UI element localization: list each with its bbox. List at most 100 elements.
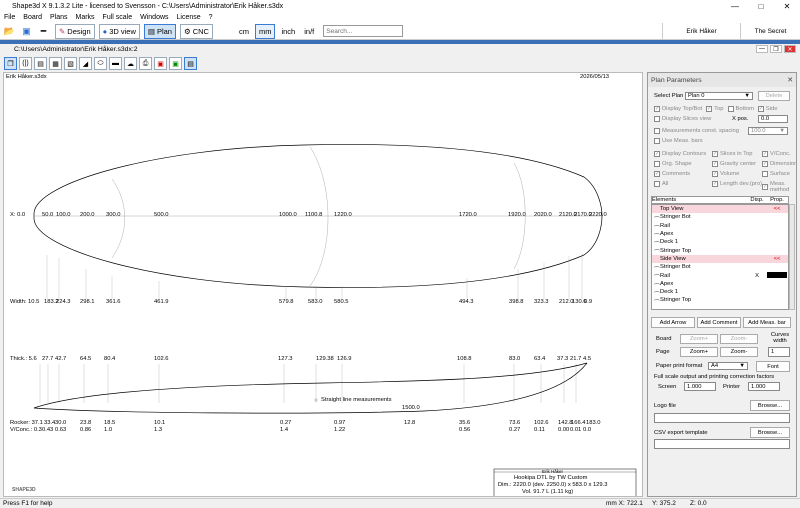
display-option-checkbox[interactable]: ✓ [654, 151, 660, 157]
elements-row[interactable]: ⌒ Apex [652, 280, 788, 290]
elements-row[interactable]: ⌒ Stringer Top [652, 246, 788, 257]
minimize-button[interactable]: — [722, 0, 748, 12]
curves-width-input[interactable]: 1 [768, 347, 790, 357]
display-option-checkbox[interactable]: ✓ [762, 184, 768, 190]
close-button[interactable]: ✕ [774, 0, 800, 12]
save-icon[interactable]: ▣ [19, 24, 34, 39]
checkbox-top[interactable]: ✓ [706, 106, 713, 112]
elements-row[interactable]: ⌒ Apex [652, 230, 788, 240]
select-plan-dropdown[interactable]: Plan 0 ▼ [685, 92, 753, 100]
layers-icon[interactable]: ▤ [34, 57, 47, 70]
slices-icon[interactable]: ▧ [64, 57, 77, 70]
menu-license[interactable]: License [173, 14, 205, 21]
elements-row[interactable]: ⌒ Deck 1 [652, 238, 788, 248]
board-zoom-out-button[interactable]: Zoom- [720, 334, 758, 344]
doc-close-button[interactable]: ✕ [784, 45, 796, 53]
outline-view-icon[interactable]: ❒ [4, 57, 17, 70]
menu-marks[interactable]: Marks [71, 14, 98, 21]
add-comment-button[interactable]: Add Comment [697, 317, 741, 328]
maximize-button[interactable]: □ [748, 0, 774, 12]
csv-template-input[interactable] [654, 439, 790, 449]
fin-icon[interactable]: ◢ [79, 57, 92, 70]
plan-canvas[interactable]: Erik Håker.s3dx 2026/05/13 X: 0.0 50.0 1… [3, 72, 643, 497]
board-profile-icon[interactable]: ▬ [109, 57, 122, 70]
checkbox-display-slices-view[interactable] [654, 116, 660, 122]
checkbox-use-meas-bars[interactable] [654, 138, 660, 144]
display-option-checkbox[interactable]: ✓ [712, 161, 718, 167]
elements-row[interactable]: ⌒ Rail X [652, 271, 788, 281]
cnc-button[interactable]: ⚙ CNC [179, 23, 213, 39]
paper-format-dropdown[interactable]: A4 ▼ [708, 362, 748, 370]
display-option-checkbox[interactable]: ✓ [762, 151, 768, 157]
doc-restore-button[interactable]: ❐ [770, 45, 782, 53]
display-option-checkbox[interactable]: ✓ [712, 171, 718, 177]
open-icon[interactable]: 📂 [2, 24, 17, 39]
board-zoom-in-button[interactable]: Zoom+ [680, 334, 718, 344]
page-zoom-out-button[interactable]: Zoom- [720, 347, 758, 357]
font-button[interactable]: Font [756, 361, 790, 372]
menu-full-scale[interactable]: Full scale [99, 14, 137, 21]
menu-plans[interactable]: Plans [46, 14, 72, 21]
unit-mm[interactable]: mm [254, 23, 276, 39]
elements-row[interactable]: ⌒ Deck 1 [652, 288, 788, 298]
doc-minimize-button[interactable]: — [756, 45, 768, 53]
ellipse-icon[interactable]: ⬭ [94, 57, 107, 70]
3d-view-button[interactable]: ● 3D view [98, 23, 140, 39]
menu-board[interactable]: Board [19, 14, 46, 21]
spacing-dropdown[interactable]: 100.0 ▼ [748, 127, 788, 135]
printer-factor-input[interactable]: 1.000 [748, 382, 780, 391]
element-display[interactable]: X [748, 273, 766, 279]
element-properties[interactable]: << [766, 206, 788, 212]
tab-the-secret[interactable]: The Secret [740, 22, 800, 40]
side-view-icon[interactable]: (|) [19, 57, 32, 70]
logo-file-input[interactable] [654, 413, 790, 423]
elements-row[interactable]: ⌒ Stringer Top [652, 296, 788, 306]
parameters-icon[interactable]: ▤ [184, 57, 197, 70]
csv-browse-button[interactable]: Browse... [750, 427, 790, 438]
menu-file[interactable]: File [0, 14, 19, 21]
display-option-checkbox[interactable]: ✓ [712, 181, 718, 187]
board-icon[interactable]: ━ [36, 24, 51, 39]
checkbox-display-topbot[interactable]: ✓ [654, 106, 660, 112]
panel-close-icon[interactable]: ✕ [787, 76, 793, 84]
elements-row[interactable]: ⌒ Stringer Bot [652, 213, 788, 223]
elements-row[interactable]: ⌒ Rail [652, 222, 788, 232]
grid-icon[interactable]: ▦ [49, 57, 62, 70]
elements-scrollbar[interactable] [789, 204, 795, 310]
pdf-icon[interactable]: ▣ [154, 57, 167, 70]
page-zoom-in-button[interactable]: Zoom+ [680, 347, 718, 357]
xpos-input[interactable]: 0.0 [758, 115, 788, 123]
unit-inf[interactable]: in/f [301, 24, 317, 39]
element-properties[interactable]: << [766, 256, 788, 262]
color-swatch[interactable] [767, 271, 787, 278]
logo-browse-button[interactable]: Browse... [750, 400, 790, 411]
checkbox-bottom[interactable] [727, 106, 734, 112]
display-option-checkbox[interactable]: ✓ [654, 171, 660, 177]
checkbox-measurements-const[interactable] [654, 128, 660, 134]
cloud-icon[interactable]: ☁ [124, 57, 137, 70]
add-arrow-button[interactable]: Add Arrow [651, 317, 695, 328]
display-option-checkbox[interactable] [762, 171, 768, 177]
print-icon[interactable]: ⎙ [139, 57, 152, 70]
checkbox-side[interactable]: ✓ [757, 106, 764, 112]
element-properties[interactable] [766, 271, 788, 280]
display-option-checkbox[interactable] [654, 161, 660, 167]
menu-help[interactable]: ? [205, 14, 217, 21]
display-option-checkbox[interactable]: ✓ [762, 161, 768, 167]
unit-inch[interactable]: inch [278, 24, 298, 39]
plan-button[interactable]: ▤ Plan [143, 23, 176, 39]
design-button[interactable]: ✎ Design [55, 23, 95, 39]
unit-cm[interactable]: cm [236, 24, 252, 39]
search-input[interactable] [323, 25, 404, 37]
csv-icon[interactable]: ▣ [169, 57, 182, 70]
elements-row[interactable]: ⌒ Stringer Bot [652, 263, 788, 273]
delete-plan-button[interactable]: Delete [758, 91, 790, 101]
display-option-checkbox[interactable]: ✓ [712, 151, 718, 157]
add-meas-bar-button[interactable]: Add Meas. bar [743, 317, 791, 328]
elements-list[interactable]: Top View << ⌒ Stringer Bot ⌒ Rail ⌒ Apex ⌒ Deck 1… [651, 204, 789, 310]
elements-group-row[interactable]: Top View << [652, 205, 788, 214]
menu-windows[interactable]: Windows [136, 14, 172, 21]
screen-factor-input[interactable]: 1.000 [684, 382, 716, 391]
elements-group-row[interactable]: Side View << [652, 254, 788, 264]
display-option-checkbox[interactable] [654, 181, 660, 187]
